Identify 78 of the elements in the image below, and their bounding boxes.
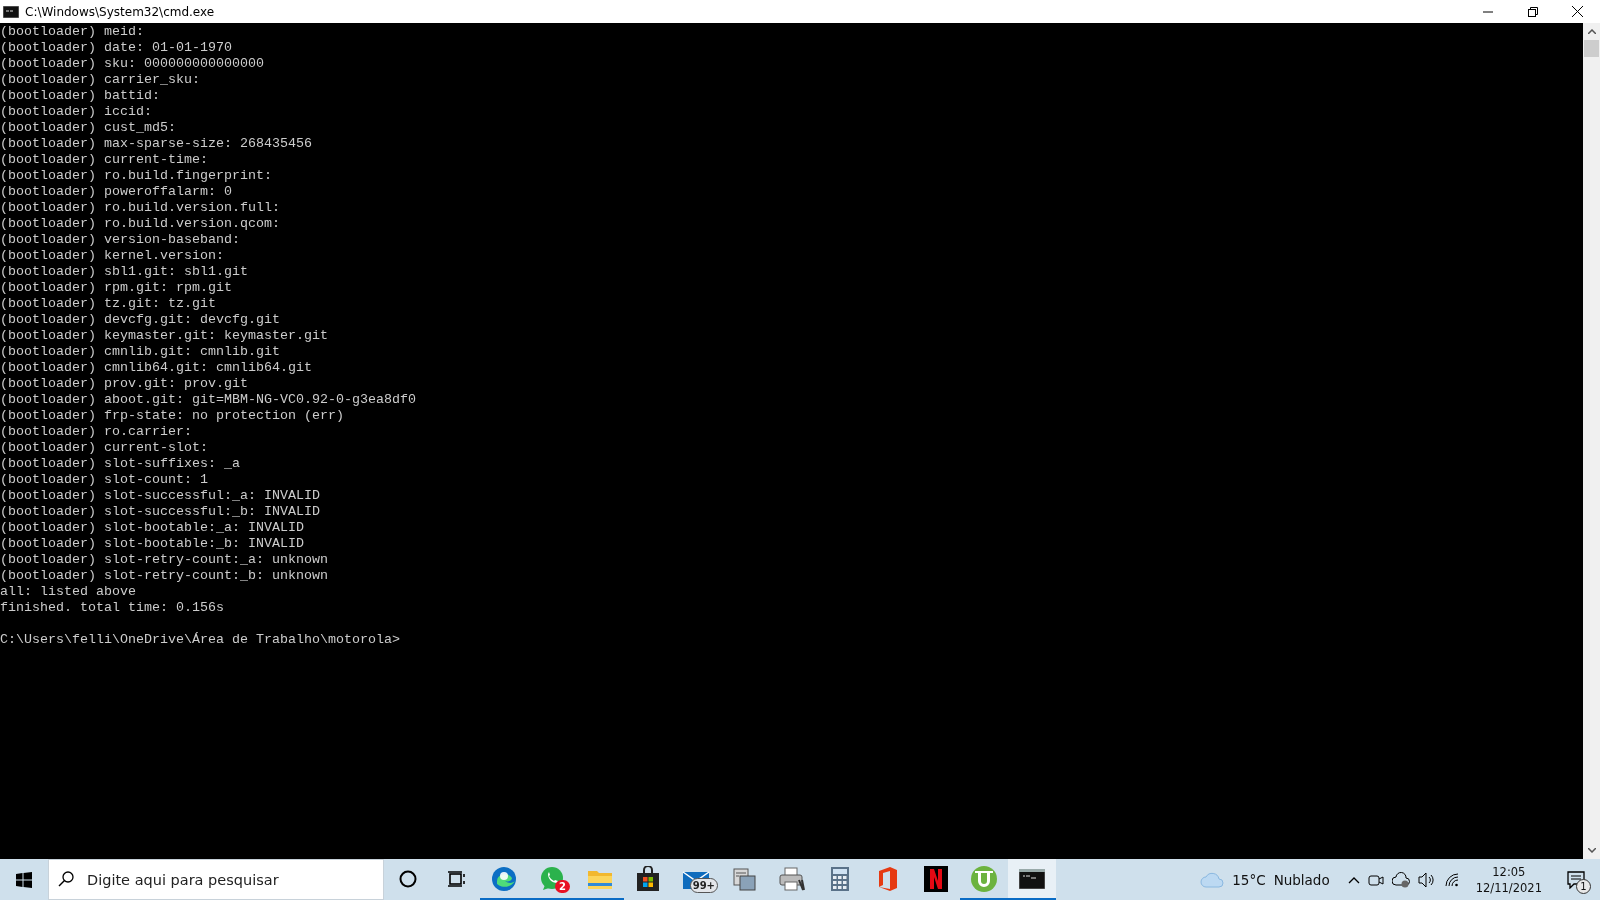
console-line: (bootloader) max-sparse-size: 268435456 — [0, 136, 313, 152]
scanner-icon — [731, 865, 757, 892]
console-line: (bootloader) date: 01-01-1970 — [0, 40, 233, 56]
notification-count: 1 — [1576, 879, 1591, 894]
console-line: all: listed above — [0, 584, 137, 600]
search-field[interactable]: Digite aqui para pesquisar — [48, 859, 384, 900]
office-icon — [876, 865, 900, 892]
circle-icon — [398, 868, 418, 889]
console-line: (bootloader) cmnlib64.git: cmnlib64.git — [0, 360, 313, 376]
console-line: (bootloader) keymaster.git: keymaster.git — [0, 328, 329, 344]
console-line: (bootloader) battid: — [0, 88, 161, 104]
console-line: (bootloader) slot-retry-count:_b: unknown — [0, 568, 329, 584]
close-icon — [1572, 6, 1583, 17]
console-line: (bootloader) current-time: — [0, 152, 209, 168]
console-line: (bootloader) slot-successful:_a: INVALID — [0, 488, 321, 504]
console-line: (bootloader) devcfg.git: devcfg.git — [0, 312, 281, 328]
cloud-icon — [1200, 871, 1225, 888]
console-line: (bootloader) slot-bootable:_b: INVALID — [0, 536, 305, 552]
temperature: 15°C — [1232, 871, 1266, 888]
console-line: (bootloader) sbl1.git: sbl1.git — [0, 264, 249, 280]
shopping-bag-icon — [636, 865, 660, 892]
scroll-up-icon — [1587, 29, 1596, 34]
console-line: (bootloader) slot-bootable:_a: INVALID — [0, 520, 305, 536]
video-app-icon — [924, 865, 948, 892]
scroll-thumb[interactable] — [1584, 40, 1599, 57]
scroll-down-icon — [1587, 848, 1596, 853]
console-line: finished. total time: 0.156s — [0, 600, 225, 616]
task-view-icon — [446, 868, 466, 889]
cloud-icon[interactable] — [1391, 871, 1410, 888]
console-line: (bootloader) poweroffalarm: 0 — [0, 184, 233, 200]
wifi-icon[interactable] — [1443, 871, 1460, 888]
scrollbar[interactable] — [1583, 23, 1600, 859]
notifications-button[interactable]: 1 — [1558, 859, 1594, 900]
taskbar-app-button[interactable]: 2 — [528, 859, 576, 900]
printer-icon — [778, 865, 806, 892]
chat-icon — [539, 865, 565, 892]
console-line: (bootloader) frp-state: no protection (err) — [0, 408, 345, 424]
windows-logo-icon — [16, 871, 32, 888]
terminal-icon — [1019, 868, 1045, 889]
weather-condition: Nublado — [1273, 871, 1330, 888]
window-title: C:\Windows\System32\cmd.exe — [25, 4, 216, 19]
console-line: (bootloader) rpm.git: rpm.git — [0, 280, 233, 296]
chevron-up-icon[interactable] — [1347, 875, 1360, 884]
restore-icon — [1527, 6, 1538, 17]
console-line: (bootloader) slot-suffixes: _a — [0, 456, 241, 472]
terminal-icon — [3, 5, 19, 18]
speaker-icon[interactable] — [1417, 871, 1436, 888]
console-line: (bootloader) ro.build.fingerprint: — [0, 168, 273, 184]
console-line: (bootloader) version-baseband: — [0, 232, 241, 248]
console-line: (bootloader) aboot.git: git=MBM-NG-VC0.92-0-g3ea8df0 — [0, 392, 417, 408]
console-line: (bootloader) slot-retry-count:_a: unknown — [0, 552, 329, 568]
console-line: (bootloader) cmnlib.git: cmnlib.git — [0, 344, 281, 360]
console-line: (bootloader) prov.git: prov.git — [0, 376, 249, 392]
console-line: (bootloader) current-slot: — [0, 440, 209, 456]
console-line: (bootloader) ro.carrier: — [0, 424, 193, 440]
browser-icon — [491, 865, 517, 892]
console-line: (bootloader) ro.build.version.qcom: — [0, 216, 281, 232]
search-icon — [58, 871, 74, 887]
notification-badge: 99+ — [689, 878, 718, 893]
speech-bubble-icon — [1567, 870, 1585, 889]
command-prompt: C:\Users\felli\OneDrive\Área de Trabalho\motorola> — [0, 632, 401, 648]
taskbar-app-button[interactable]: 99+ — [672, 859, 720, 900]
console-line: (bootloader) ro.build.version.full: — [0, 200, 281, 216]
clock[interactable]: 12:05 12/11/2021 — [1467, 863, 1550, 896]
console-line: (bootloader) slot-count: 1 — [0, 472, 209, 488]
console-line: (bootloader) iccid: — [0, 104, 153, 120]
notification-badge: 2 — [555, 880, 570, 893]
console-line: (bootloader) slot-successful:_b: INVALID — [0, 504, 321, 520]
console-line: (bootloader) meid: — [0, 24, 145, 40]
console-line: (bootloader) sku: 000000000000000 — [0, 56, 265, 72]
calculator-icon — [830, 865, 850, 892]
console-line: (bootloader) tz.git: tz.git — [0, 296, 217, 312]
torrent-icon — [970, 864, 998, 893]
console-line: (bootloader) kernel.version: — [0, 248, 225, 264]
minimize-icon — [1482, 10, 1493, 13]
console-line: (bootloader) carrier_sku: — [0, 72, 201, 88]
taskbar-app-button[interactable] — [1008, 859, 1056, 900]
console-line: (bootloader) cust_md5: — [0, 120, 177, 136]
